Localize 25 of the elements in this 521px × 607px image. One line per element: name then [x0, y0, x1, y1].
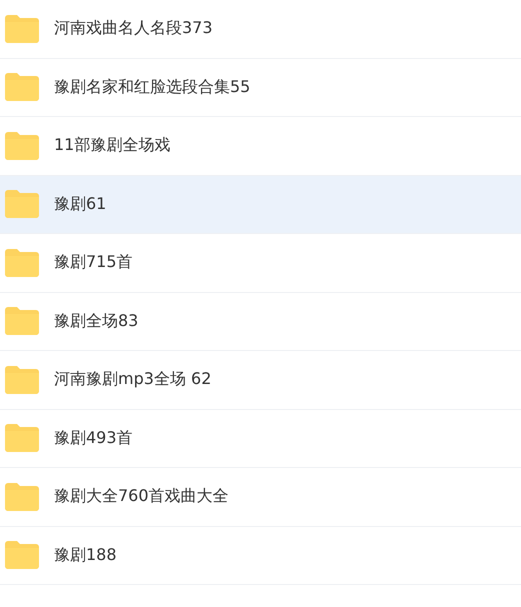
folder-name: 11部豫剧全场戏 — [54, 135, 170, 156]
folder-name: 河南豫剧mp3全场 62 — [54, 369, 212, 390]
folder-icon — [5, 248, 39, 277]
folder-row[interactable]: 豫剧493首 — [0, 410, 521, 468]
folder-icon — [5, 190, 39, 218]
folder-icon — [5, 73, 39, 102]
folder-row[interactable]: 豫剧全场83 — [0, 292, 521, 351]
folder-row[interactable]: 豫剧188 — [0, 526, 521, 585]
folder-icon — [5, 424, 39, 452]
folder-icon — [5, 307, 39, 336]
folder-name: 豫剧大全760首戏曲大全 — [54, 486, 229, 508]
folder-row[interactable]: 豫剧名家和红脸选段合集55 — [0, 58, 521, 117]
folder-name: 豫剧全场83 — [54, 310, 138, 332]
folder-row[interactable]: 豫剧61 — [0, 176, 521, 234]
folder-icon — [5, 482, 39, 511]
folder-icon — [5, 541, 39, 570]
folder-name: 豫剧715首 — [54, 252, 133, 274]
folder-icon — [5, 132, 39, 160]
folder-name: 豫剧名家和红脸选段合集55 — [54, 76, 250, 98]
folder-name: 豫剧493首 — [54, 428, 133, 449]
folder-icon — [5, 366, 39, 394]
folder-name: 河南戏曲名人名段373 — [54, 18, 213, 40]
folder-icon — [5, 14, 39, 43]
folder-name: 豫剧61 — [54, 194, 106, 215]
folder-name: 豫剧188 — [54, 544, 117, 566]
